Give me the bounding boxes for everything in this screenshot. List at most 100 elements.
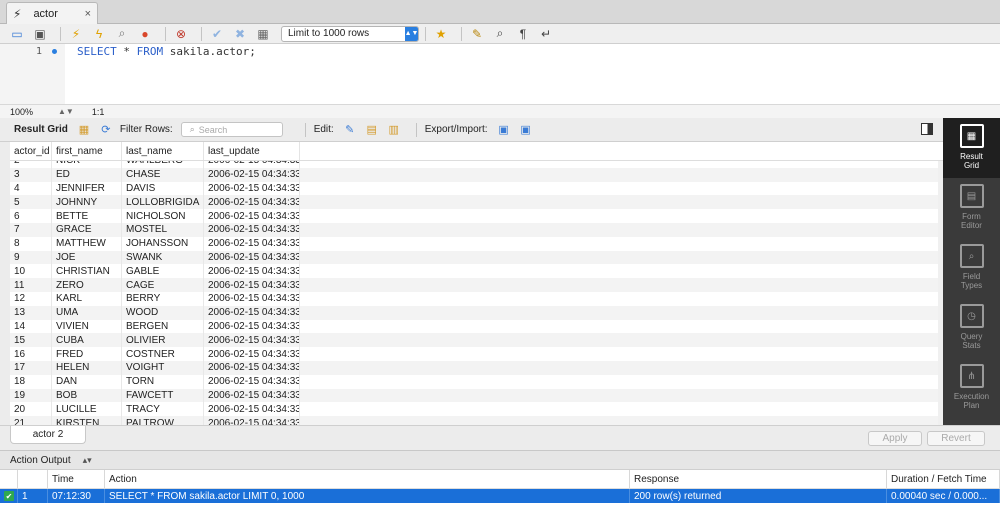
- cell-first-name[interactable]: JENNIFER: [52, 181, 122, 196]
- cell-last-name[interactable]: BERGEN: [122, 319, 204, 334]
- cell-first-name[interactable]: JOE: [52, 250, 122, 265]
- cell-actor-id[interactable]: 3: [10, 167, 52, 182]
- column-header-actor-id[interactable]: actor_id: [10, 142, 52, 160]
- table-row[interactable]: 6 BETTE NICHOLSON 2006-02-15 04:34:33: [10, 209, 943, 223]
- explain-icon[interactable]: ⌕: [113, 26, 131, 42]
- cell-last-name[interactable]: TRACY: [122, 402, 204, 417]
- cell-actor-id[interactable]: 16: [10, 347, 52, 361]
- cell-last-name[interactable]: LOLLOBRIGIDA: [122, 195, 204, 210]
- cell-first-name[interactable]: ZERO: [52, 278, 122, 292]
- cell-first-name[interactable]: GRACE: [52, 222, 122, 237]
- cell-last-update[interactable]: 2006-02-15 04:34:33: [204, 195, 300, 210]
- cell-last-update[interactable]: 2006-02-15 04:34:33: [204, 333, 300, 348]
- cell-last-name[interactable]: DAVIS: [122, 181, 204, 196]
- cell-actor-id[interactable]: 5: [10, 195, 52, 210]
- column-header-last-update[interactable]: last_update: [204, 142, 300, 160]
- cell-last-update[interactable]: 2006-02-15 04:34:33: [204, 250, 300, 265]
- cell-first-name[interactable]: BETTE: [52, 209, 122, 223]
- rollback-icon[interactable]: ✖: [231, 26, 249, 42]
- open-folder-icon[interactable]: ▭: [8, 26, 26, 42]
- sql-editor[interactable]: 1 SELECT * FROM sakila.actor;: [0, 44, 1000, 104]
- cell-first-name[interactable]: KARL: [52, 291, 122, 306]
- cell-first-name[interactable]: MATTHEW: [52, 236, 122, 251]
- table-row[interactable]: 12 KARL BERRY 2006-02-15 04:34:33: [10, 291, 943, 306]
- cell-actor-id[interactable]: 4: [10, 181, 52, 196]
- column-header-last-name[interactable]: last_name: [122, 142, 204, 160]
- cell-last-update[interactable]: 2006-02-15 04:34:33: [204, 167, 300, 182]
- table-row[interactable]: 20 LUCILLE TRACY 2006-02-15 04:34:33: [10, 402, 943, 417]
- table-row[interactable]: 8 MATTHEW JOHANSSON 2006-02-15 04:34:33: [10, 236, 943, 251]
- cell-actor-id[interactable]: 21: [10, 416, 52, 425]
- zoom-level[interactable]: 100%: [0, 107, 58, 117]
- cell-last-update[interactable]: 2006-02-15 04:34:33: [204, 388, 300, 403]
- cell-first-name[interactable]: HELEN: [52, 360, 122, 375]
- cell-last-name[interactable]: SWANK: [122, 250, 204, 265]
- column-header-first-name[interactable]: first_name: [52, 142, 122, 160]
- limit-rows-select[interactable]: Limit to 1000 rows ▲▼: [281, 25, 419, 42]
- side-panel-field-types[interactable]: ⌕ Field Types: [943, 238, 1000, 298]
- cell-actor-id[interactable]: 12: [10, 291, 52, 306]
- cell-last-name[interactable]: CHASE: [122, 167, 204, 182]
- stop-icon[interactable]: ●: [136, 26, 154, 42]
- cell-first-name[interactable]: FRED: [52, 347, 122, 361]
- edit-row-icon[interactable]: ✎: [342, 123, 358, 137]
- cell-last-update[interactable]: 2006-02-15 04:34:33: [204, 416, 300, 425]
- export-icon[interactable]: ▣: [496, 123, 512, 137]
- cell-last-name[interactable]: CAGE: [122, 278, 204, 292]
- cell-last-name[interactable]: COSTNER: [122, 347, 204, 361]
- log-column-time[interactable]: Time: [48, 470, 105, 488]
- cell-last-update[interactable]: 2006-02-15 04:34:33: [204, 360, 300, 375]
- cell-last-name[interactable]: BERRY: [122, 291, 204, 306]
- cell-actor-id[interactable]: 15: [10, 333, 52, 348]
- result-tab-actor-2[interactable]: actor 2: [10, 426, 86, 444]
- cell-actor-id[interactable]: 13: [10, 305, 52, 320]
- table-row[interactable]: 16 FRED COSTNER 2006-02-15 04:34:33: [10, 347, 943, 361]
- cell-last-name[interactable]: VOIGHT: [122, 360, 204, 375]
- log-column-action[interactable]: Action: [105, 470, 630, 488]
- cell-actor-id[interactable]: 7: [10, 222, 52, 237]
- side-panel-execution-plan[interactable]: ⋔ Execution Plan: [943, 358, 1000, 418]
- cell-actor-id[interactable]: 10: [10, 264, 52, 279]
- table-row[interactable]: 11 ZERO CAGE 2006-02-15 04:34:33: [10, 278, 943, 292]
- table-row[interactable]: 19 BOB FAWCETT 2006-02-15 04:34:33: [10, 388, 943, 403]
- cell-last-update[interactable]: 2006-02-15 04:34:33: [204, 209, 300, 223]
- table-row[interactable]: 3 ED CHASE 2006-02-15 04:34:33: [10, 167, 943, 182]
- table-row[interactable]: 17 HELEN VOIGHT 2006-02-15 04:34:33: [10, 360, 943, 375]
- execute-icon[interactable]: ⚡: [67, 26, 85, 42]
- invisible-chars-icon[interactable]: ¶: [514, 26, 532, 42]
- wrap-lines-icon[interactable]: ↵: [537, 26, 555, 42]
- cell-last-update[interactable]: 2006-02-15 04:34:33: [204, 347, 300, 361]
- cell-last-name[interactable]: PALTROW: [122, 416, 204, 425]
- cell-actor-id[interactable]: 9: [10, 250, 52, 265]
- cell-first-name[interactable]: ED: [52, 167, 122, 182]
- grid-layout-icon[interactable]: ▦: [76, 123, 92, 137]
- cell-last-update[interactable]: 2006-02-15 04:34:33: [204, 181, 300, 196]
- cell-last-name[interactable]: NICHOLSON: [122, 209, 204, 223]
- add-snippet-icon[interactable]: ★: [432, 26, 450, 42]
- chevron-updown-icon[interactable]: ▴▾: [83, 455, 92, 466]
- side-panel-form-editor[interactable]: ▤ Form Editor: [943, 178, 1000, 238]
- table-row[interactable]: 7 GRACE MOSTEL 2006-02-15 04:34:33: [10, 222, 943, 237]
- cell-first-name[interactable]: VIVIEN: [52, 319, 122, 334]
- cell-last-update[interactable]: 2006-02-15 04:34:33: [204, 374, 300, 389]
- cell-first-name[interactable]: JOHNNY: [52, 195, 122, 210]
- table-row[interactable]: 5 JOHNNY LOLLOBRIGIDA 2006-02-15 04:34:33: [10, 195, 943, 210]
- cell-actor-id[interactable]: 18: [10, 374, 52, 389]
- cell-last-name[interactable]: MOSTEL: [122, 222, 204, 237]
- cell-first-name[interactable]: KIRSTEN: [52, 416, 122, 425]
- delete-row-icon[interactable]: ▥: [386, 123, 402, 137]
- tab-actor[interactable]: ⚡ actor ×: [6, 2, 98, 24]
- zoom-stepper-icon[interactable]: ▲▼: [58, 107, 74, 116]
- table-row[interactable]: 13 UMA WOOD 2006-02-15 04:34:33: [10, 305, 943, 320]
- table-row[interactable]: 9 JOE SWANK 2006-02-15 04:34:33: [10, 250, 943, 265]
- insert-row-icon[interactable]: ▤: [364, 123, 380, 137]
- action-output-selector[interactable]: Action Output: [10, 455, 71, 466]
- action-log-row[interactable]: ✔ 1 07:12:30 SELECT * FROM sakila.actor …: [0, 489, 1000, 503]
- side-panel-result-grid[interactable]: ▦ Result Grid: [943, 118, 1000, 178]
- commit-icon[interactable]: ✔: [208, 26, 226, 42]
- cell-last-update[interactable]: 2006-02-15 04:34:33: [204, 236, 300, 251]
- cell-last-name[interactable]: WOOD: [122, 305, 204, 320]
- cell-last-update[interactable]: 2006-02-15 04:34:33: [204, 222, 300, 237]
- cell-last-name[interactable]: JOHANSSON: [122, 236, 204, 251]
- cell-first-name[interactable]: BOB: [52, 388, 122, 403]
